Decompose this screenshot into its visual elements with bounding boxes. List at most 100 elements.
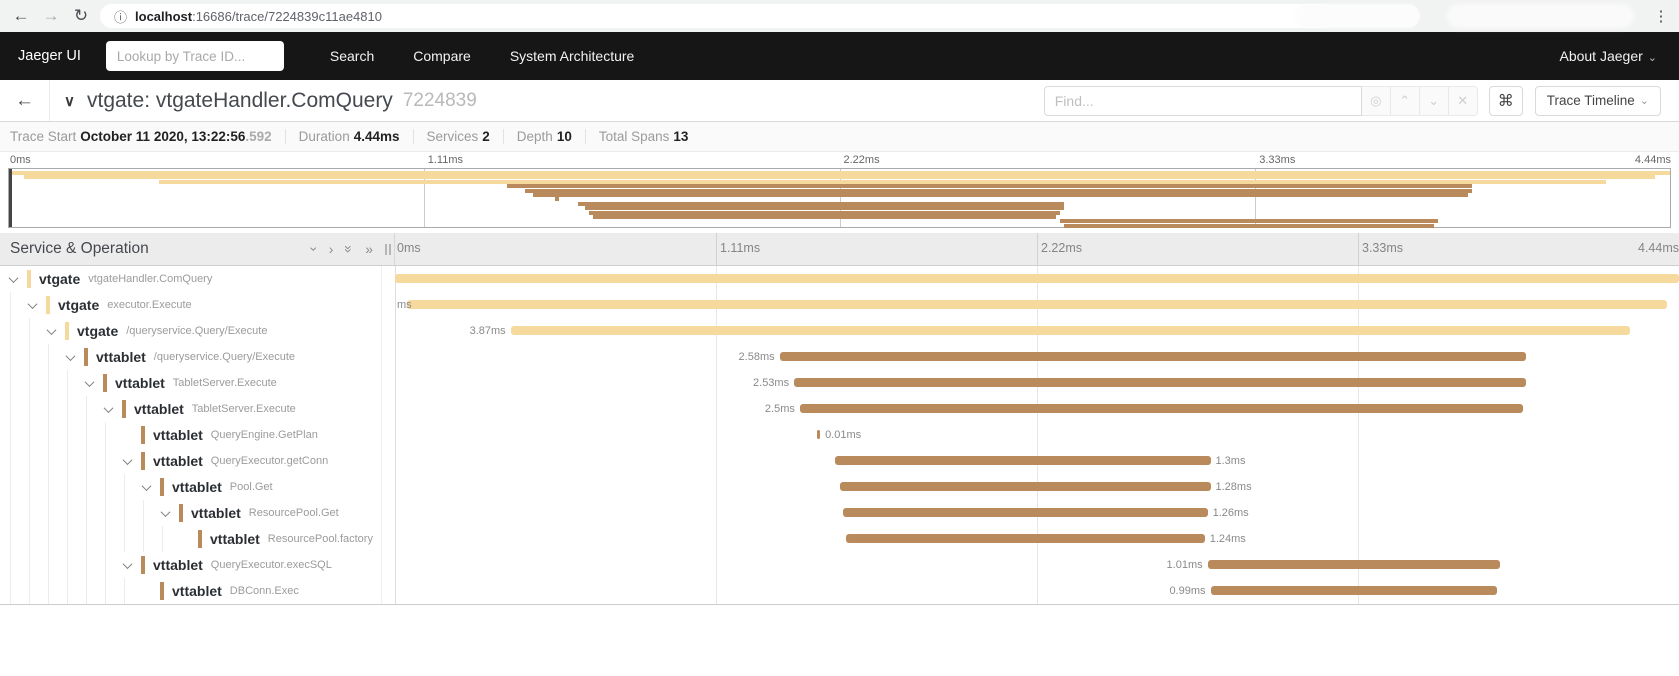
span-row[interactable]: vttabletQueryExecutor.getConn 1.3ms — [0, 448, 1679, 474]
collapse-all-icon[interactable]: » — [341, 245, 357, 253]
span-row[interactable]: vtgatevtgateHandler.ComQuery — [0, 266, 1679, 292]
browser-menu-kebab-icon[interactable]: ⋮ — [1648, 0, 1674, 32]
keyboard-shortcuts-button[interactable]: ⌘ — [1489, 86, 1523, 116]
span-bar[interactable] — [835, 456, 1211, 465]
operation-name: vtgateHandler.ComQuery — [88, 273, 212, 285]
span-bar[interactable] — [800, 404, 1523, 413]
span-gantt-cell[interactable]: 3.87ms — [395, 318, 1679, 344]
span-bar[interactable] — [1208, 560, 1500, 569]
span-toggle-chevron-icon[interactable] — [47, 325, 57, 335]
span-tree-cell[interactable]: vtgateexecutor.Execute — [0, 292, 381, 318]
find-next-icon[interactable]: ⌄ — [1420, 86, 1449, 116]
about-jaeger-menu[interactable]: About Jaeger⌄ — [1559, 48, 1657, 64]
timeline-minimap[interactable] — [8, 168, 1671, 228]
span-toggle-chevron-icon[interactable] — [104, 403, 114, 413]
span-gantt-cell[interactable]: 1.26ms — [395, 500, 1679, 526]
address-bar[interactable]: ⓘ localhost:16686/trace/7224839c11ae4810 — [100, 4, 1334, 28]
column-resize-divider[interactable] — [381, 233, 395, 265]
span-gantt-cell[interactable]: 2.53ms — [395, 370, 1679, 396]
span-bar[interactable] — [395, 274, 1679, 283]
span-row[interactable]: vttabletDBConn.Exec 0.99ms — [0, 578, 1679, 604]
nav-item-system-architecture[interactable]: System Architecture — [510, 48, 635, 64]
span-tree-cell[interactable]: vttabletResourcePool.factory — [0, 526, 381, 552]
trace-id-lookup-input[interactable] — [106, 41, 284, 71]
expand-all-icon[interactable]: » — [365, 241, 373, 257]
indent-guide — [10, 500, 29, 526]
indent-guide — [105, 526, 124, 552]
find-clear-icon[interactable]: ✕ — [1449, 86, 1478, 116]
span-toggle-slot — [105, 406, 122, 413]
collapse-trace-chevron-icon[interactable]: ∨ — [64, 92, 75, 110]
span-bar[interactable] — [846, 534, 1205, 543]
browser-forward-icon[interactable]: → — [36, 6, 66, 26]
span-gantt-cell[interactable]: 2.58ms — [395, 344, 1679, 370]
span-toggle-chevron-icon[interactable] — [66, 351, 76, 361]
span-row[interactable]: vttabletPool.Get 1.28ms — [0, 474, 1679, 500]
find-match-target-icon[interactable]: ◎ — [1362, 86, 1391, 116]
indent-guide — [162, 526, 181, 552]
span-bar[interactable] — [843, 508, 1207, 517]
span-row[interactable]: vttabletResourcePool.factory 1.24ms — [0, 526, 1679, 552]
span-bar[interactable] — [780, 352, 1526, 361]
resize-grip-icon[interactable] — [385, 244, 387, 255]
span-row[interactable]: vtgate/queryservice.Query/Execute 3.87ms — [0, 318, 1679, 344]
browser-back-icon[interactable]: ← — [6, 6, 36, 26]
span-gantt-cell[interactable]: 0.99ms — [395, 578, 1679, 604]
nav-item-compare[interactable]: Compare — [413, 48, 471, 64]
brand-jaeger-ui[interactable]: Jaeger UI — [0, 48, 99, 64]
span-gantt-cell[interactable]: 1.28ms — [395, 474, 1679, 500]
span-toggle-chevron-icon[interactable] — [28, 299, 38, 309]
span-toggle-chevron-icon[interactable] — [85, 377, 95, 387]
span-tree-cell[interactable]: vttabletQueryEngine.GetPlan — [0, 422, 381, 448]
span-bar[interactable] — [840, 482, 1210, 491]
span-row[interactable]: vtgateexecutor.Execute ms — [0, 292, 1679, 318]
span-tree-cell[interactable]: vttabletQueryExecutor.execSQL — [0, 552, 381, 578]
span-bar[interactable] — [511, 326, 1630, 335]
span-tree-cell[interactable]: vttabletPool.Get — [0, 474, 381, 500]
span-tree-cell[interactable]: vtgate/queryservice.Query/Execute — [0, 318, 381, 344]
span-tree-cell[interactable]: vttabletTabletServer.Execute — [0, 396, 381, 422]
span-gantt-cell[interactable]: 1.01ms — [395, 552, 1679, 578]
find-input[interactable] — [1044, 86, 1362, 116]
span-tree-cell[interactable]: vttablet/queryservice.Query/Execute — [0, 344, 381, 370]
span-gantt-cell[interactable]: ms — [395, 292, 1679, 318]
span-bar[interactable] — [794, 378, 1526, 387]
operation-name: TabletServer.Execute — [192, 403, 296, 415]
span-tree-cell[interactable]: vtgatevtgateHandler.ComQuery — [0, 266, 381, 292]
span-bar[interactable] — [1211, 586, 1497, 595]
span-tree-cell[interactable]: vttabletQueryExecutor.getConn — [0, 448, 381, 474]
span-row[interactable]: vttabletQueryExecutor.execSQL 1.01ms — [0, 552, 1679, 578]
span-tree-cell[interactable]: vttabletTabletServer.Execute — [0, 370, 381, 396]
span-tree-cell[interactable]: vttabletResourcePool.Get — [0, 500, 381, 526]
indent-guide — [29, 344, 48, 370]
span-gantt-cell[interactable] — [395, 266, 1679, 292]
span-tree-cell[interactable]: vttabletDBConn.Exec — [0, 578, 381, 604]
span-toggle-chevron-icon[interactable] — [9, 273, 19, 283]
nav-item-search[interactable]: Search — [330, 48, 374, 64]
minimap-scrubber-handle[interactable] — [9, 169, 12, 227]
span-row[interactable]: vttabletResourcePool.Get 1.26ms — [0, 500, 1679, 526]
find-prev-icon[interactable]: ⌃ — [1391, 86, 1420, 116]
span-gantt-cell[interactable]: 0.01ms — [395, 422, 1679, 448]
span-row[interactable]: vttabletTabletServer.Execute 2.5ms — [0, 396, 1679, 422]
trace-view-selector[interactable]: Trace Timeline ⌄ — [1535, 86, 1661, 116]
span-gantt-cell[interactable]: 1.24ms — [395, 526, 1679, 552]
span-bar[interactable] — [817, 430, 820, 439]
operation-name: QueryExecutor.getConn — [211, 455, 328, 467]
span-toggle-chevron-icon[interactable] — [161, 507, 171, 517]
browser-reload-icon[interactable]: ↻ — [66, 6, 96, 26]
span-bar[interactable] — [407, 300, 1668, 309]
span-toggle-chevron-icon[interactable] — [142, 481, 152, 491]
span-row[interactable]: vttabletQueryEngine.GetPlan 0.01ms — [0, 422, 1679, 448]
span-gantt-cell[interactable]: 1.3ms — [395, 448, 1679, 474]
span-row[interactable]: vttablet/queryservice.Query/Execute 2.58m… — [0, 344, 1679, 370]
browser-toolbar: ← → ↻ ⓘ localhost:16686/trace/7224839c11… — [0, 0, 1679, 32]
back-button[interactable]: ← — [0, 80, 50, 121]
collapse-one-level-icon[interactable]: › — [306, 247, 322, 252]
span-toggle-chevron-icon[interactable] — [123, 455, 133, 465]
span-row[interactable]: vttabletTabletServer.Execute 2.53ms — [0, 370, 1679, 396]
expand-one-level-icon[interactable]: › — [329, 241, 334, 257]
span-toggle-chevron-icon[interactable] — [123, 559, 133, 569]
site-info-icon[interactable]: ⓘ — [114, 7, 127, 26]
span-gantt-cell[interactable]: 2.5ms — [395, 396, 1679, 422]
